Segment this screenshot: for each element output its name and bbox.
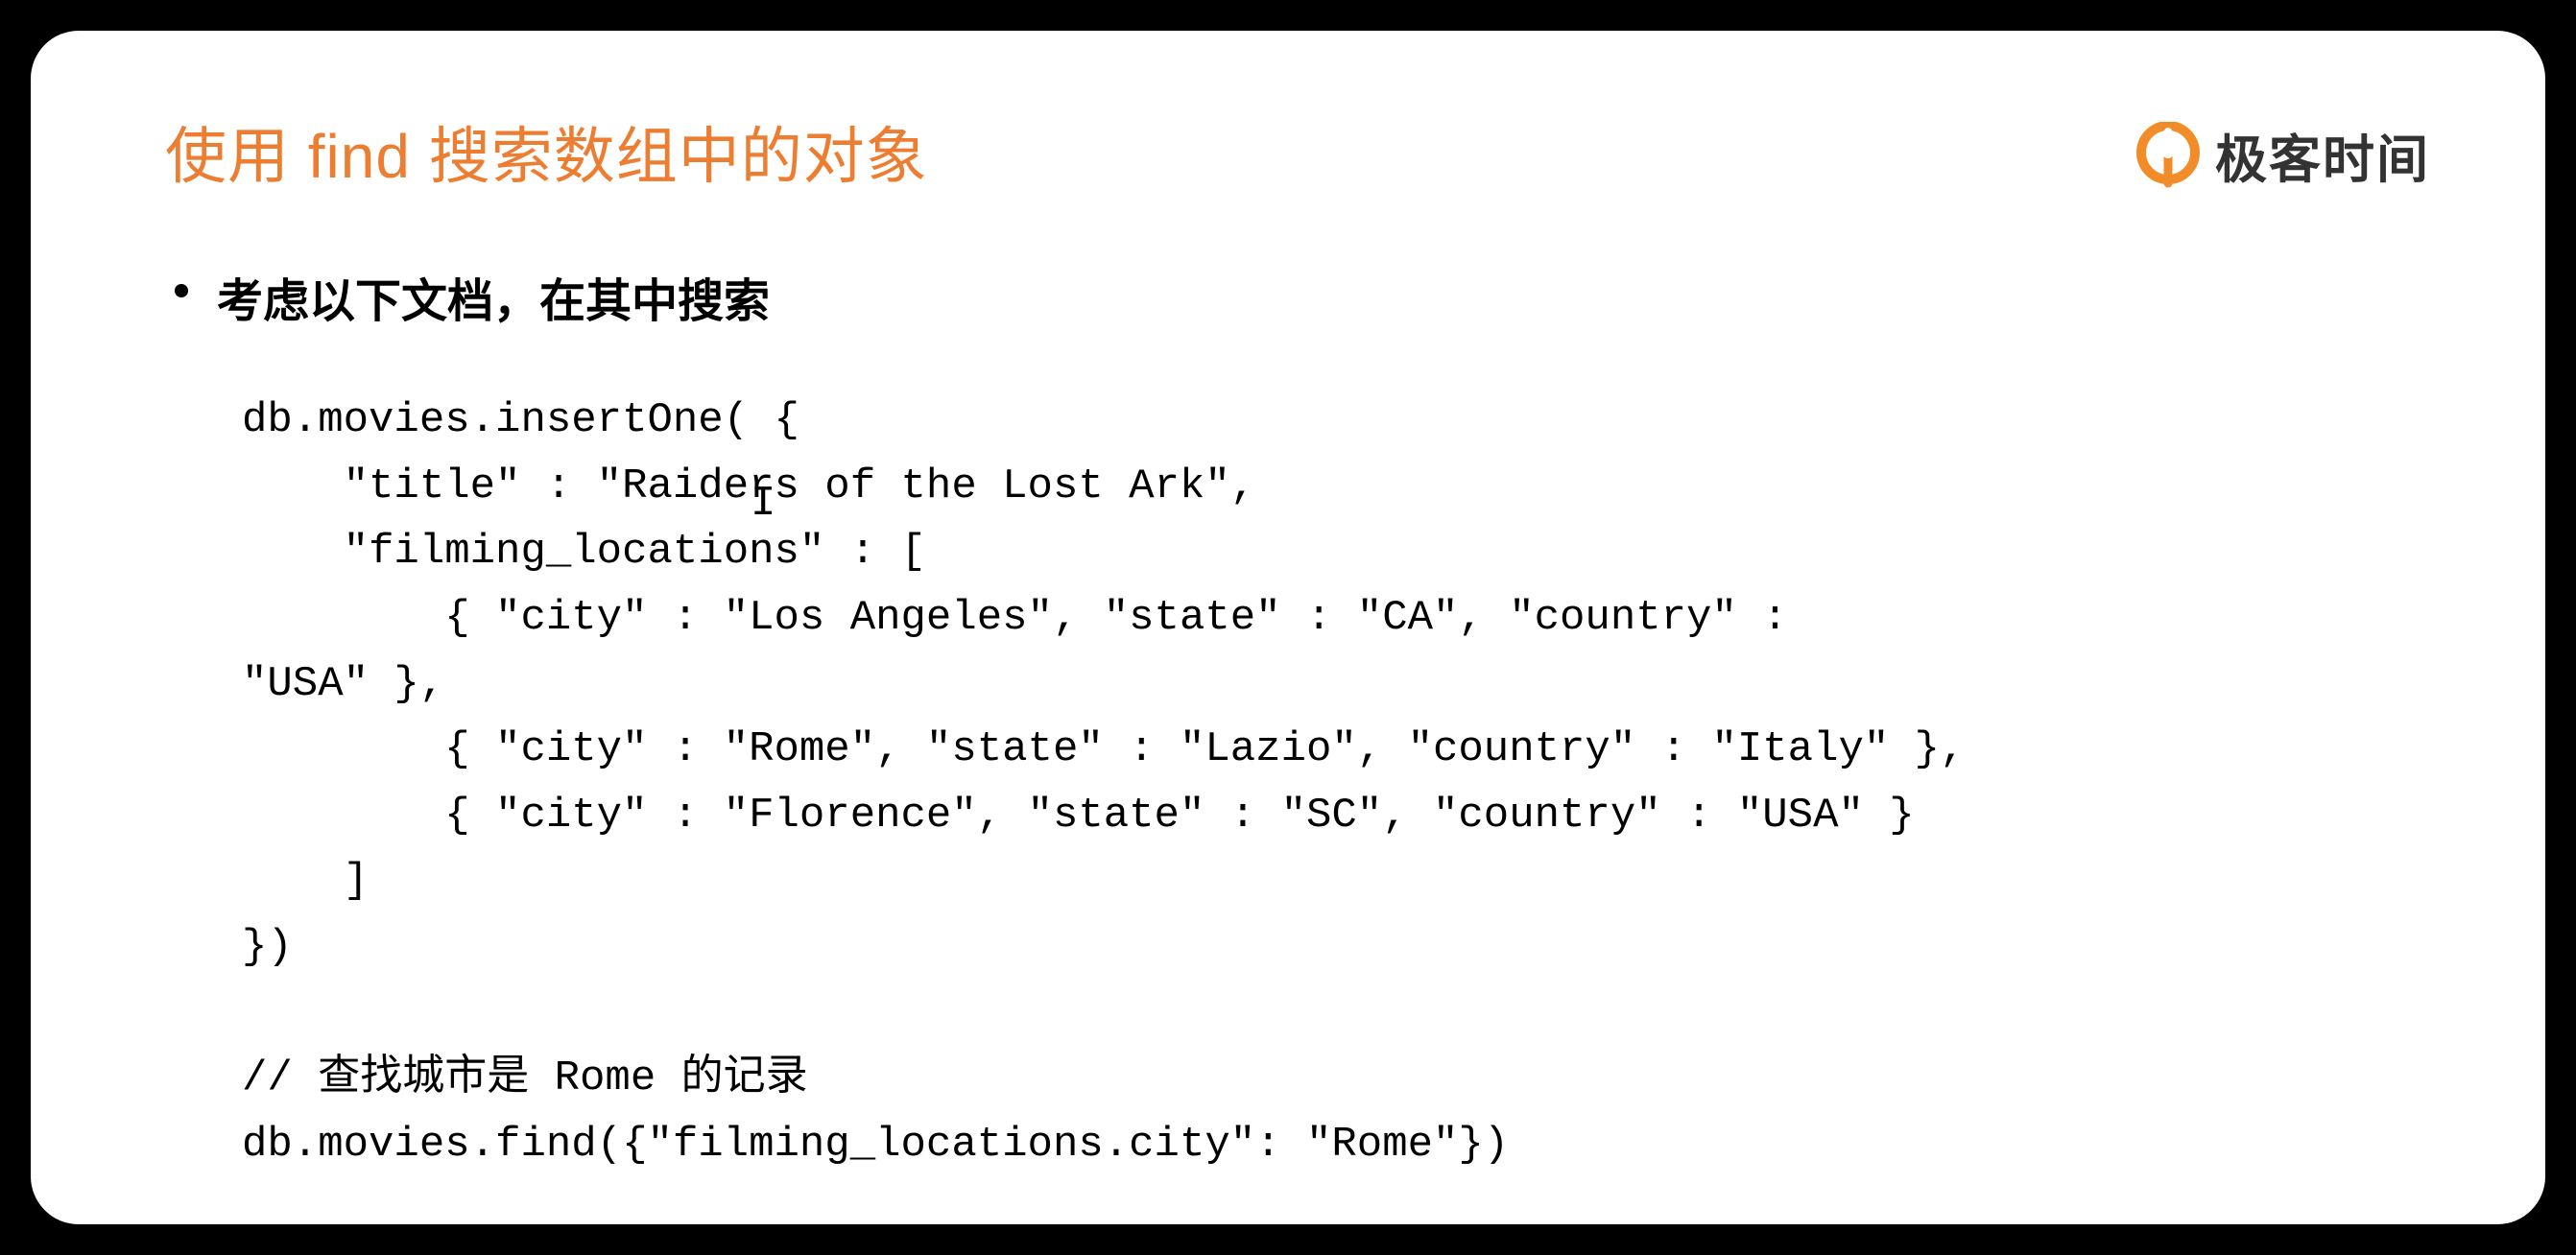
- bullet-text: 考虑以下文档，在其中搜索: [217, 263, 770, 330]
- slide-title: 使用 find 搜索数组中的对象: [165, 107, 928, 196]
- geekbang-logo-icon: [2135, 122, 2202, 189]
- bullet-point-icon: [175, 284, 188, 297]
- text-cursor-icon: I: [751, 480, 775, 528]
- bullet-row: 考虑以下文档，在其中搜索: [175, 263, 2430, 330]
- brand-name: 极客时间: [2215, 117, 2430, 193]
- slide-card: 使用 find 搜索数组中的对象 极客时间 考虑以下文档，在其中搜索 db.mo…: [31, 31, 2545, 1224]
- slide-content: 考虑以下文档，在其中搜索 db.movies.insertOne( { "tit…: [165, 263, 2430, 1178]
- slide-header: 使用 find 搜索数组中的对象 极客时间: [165, 107, 2430, 196]
- code-block: db.movies.insertOne( { "title" : "Raider…: [175, 388, 2430, 1178]
- brand-logo: 极客时间: [2135, 117, 2430, 193]
